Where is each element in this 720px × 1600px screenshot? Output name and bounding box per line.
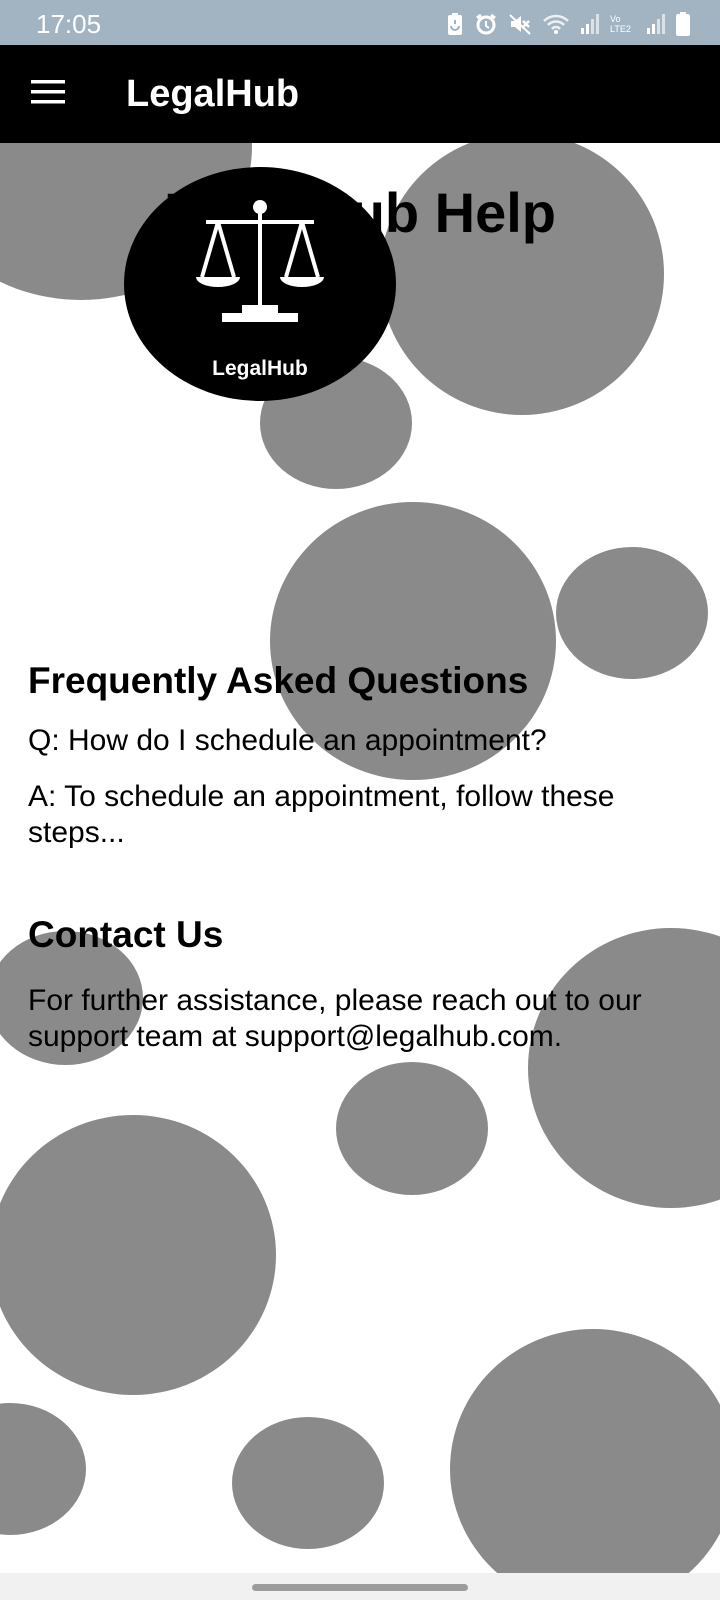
- faq-heading: Frequently Asked Questions: [28, 660, 529, 701]
- menu-button[interactable]: [20, 67, 76, 121]
- background-circle: [232, 1417, 384, 1549]
- legalhub-logo: LegalHub: [124, 167, 396, 401]
- contact-heading: Contact Us: [28, 914, 224, 955]
- wifi-icon: [542, 13, 570, 35]
- status-icons: Vo LTE2: [446, 12, 690, 36]
- contact-text: For further assistance, please reach out…: [28, 984, 642, 1053]
- battery-saver-icon: [446, 12, 464, 36]
- background-circle: [336, 1062, 488, 1195]
- home-indicator[interactable]: [252, 1584, 468, 1591]
- background-circle: [528, 928, 720, 1208]
- background-circle: [0, 1115, 276, 1395]
- signal-icon: [646, 13, 666, 35]
- battery-icon: [676, 12, 690, 36]
- alarm-icon: [474, 12, 498, 36]
- background-circle: [0, 1403, 86, 1535]
- status-time: 17:05: [36, 9, 102, 39]
- faq-answer: A: To schedule an appointment, follow th…: [28, 780, 615, 849]
- status-bar: 17:05 Vo LTE2: [0, 0, 720, 45]
- app-title: LegalHub: [126, 73, 300, 115]
- help-page-content[interactable]: LegalHub Help LegalHub Frequently Asked …: [0, 143, 720, 1573]
- faq-question: Q: How do I schedule an appointment?: [28, 724, 547, 757]
- mute-icon: [508, 12, 532, 36]
- volte-icon: Vo LTE2: [610, 14, 631, 34]
- background-circle: [556, 547, 708, 679]
- logo-text: LegalHub: [212, 357, 308, 380]
- menu-icon: [31, 79, 65, 110]
- background-circle: [450, 1329, 720, 1573]
- app-bar: LegalHub: [0, 45, 720, 143]
- signal-icon: [580, 13, 600, 35]
- navigation-bar: [0, 1573, 720, 1600]
